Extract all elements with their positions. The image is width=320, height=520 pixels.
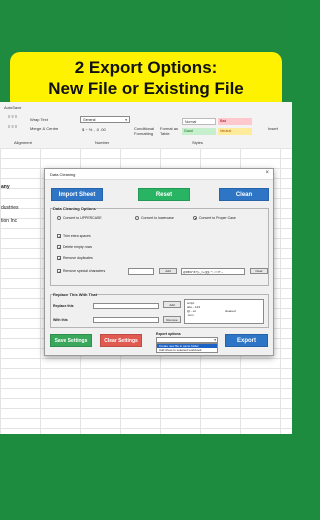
dialog-titlebar: Data Cleaning × [45,169,273,180]
cell-industries[interactable]: dustries [1,205,19,211]
data-cleaning-dialog: Data Cleaning × Import Sheet Reset Clean… [44,168,274,356]
with-this-label: With this [53,318,68,322]
reset-label: Reset [155,192,173,198]
pair-value[interactable]: cleaned [225,309,236,313]
cleaning-options-title: Data Cleaning Options [53,206,96,211]
replace-frame-title: Replace This With That [53,292,97,297]
radio-uppercase-label: Convert to UPPERCASE [63,216,102,220]
add-pair-button[interactable]: Add [163,301,181,308]
import-sheet-label: Import Sheet [58,192,96,198]
align-icon[interactable]: ≡ ≡ ≡ [8,114,17,119]
chevron-down-icon: ▾ [125,118,127,122]
currency-icon[interactable]: $ ~ % , .0 .00 [82,127,106,132]
style-good[interactable]: Good [182,128,216,135]
replace-pairs-list[interactable]: script abe→123 @→at .com cleaned [184,299,264,324]
number-group-label: Number [95,140,110,145]
radio-proper-case-label: Convert to Proper Case [199,216,236,220]
checkbox-remove-duplicates[interactable]: ✓ [57,256,61,261]
style-bad[interactable]: Bad [218,118,252,125]
banner-line-1: 2 Export Options: [74,58,218,77]
special-chars-field[interactable]: @#$%^&*()-_=+[]{}|;:'",.<>?/`~ [181,268,245,275]
replace-this-label: Replace this [53,304,74,308]
cell-company-header[interactable]: any [1,184,10,190]
clear-settings-label: Clear Settings [104,338,138,344]
export-option-add-sheet[interactable]: Add sheet to selected workbook [157,348,217,352]
clear-chars-button[interactable]: Clear [250,268,268,274]
checkbox-trim[interactable]: ✓ [57,234,61,239]
checkbox-delete-empty-label: Delete empty rows [63,245,92,249]
number-format-value: General [83,118,96,122]
cell-inc[interactable]: tion Inc [1,218,17,224]
number-format-select[interactable]: General ▾ [80,116,130,123]
style-neutral[interactable]: Neutral [218,128,252,135]
format-as-table-button[interactable]: Format as Table [160,126,180,136]
ribbon: AutoSave ≡ ≡ ≡ ≡ ≡ ≡ Wrap Text Merge & C… [0,102,292,149]
save-settings-button[interactable]: Save Settings [50,334,92,347]
checkbox-remove-duplicates-label: Remove duplicates [63,256,93,260]
insert-button[interactable]: Insert [268,126,278,131]
remove-pair-button[interactable]: Remove [163,316,181,323]
style-normal[interactable]: Normal [182,118,216,125]
replace-this-input[interactable] [93,303,159,309]
align-center-icon[interactable]: ≡ ≡ ≡ [8,124,17,129]
special-chars-value: @#$%^&*()-_=+[]{}|;:'",.<>?/`~ [183,270,223,274]
export-button[interactable]: Export [225,334,268,347]
checkbox-trim-label: Trim extra spaces [63,234,91,238]
merge-center-button[interactable]: Merge & Centre [30,126,58,131]
import-sheet-button[interactable]: Import Sheet [51,188,103,201]
radio-uppercase[interactable] [57,216,61,220]
alignment-group-label: Alignment [14,140,32,145]
styles-group-label: Styles [192,140,203,145]
radio-proper-case[interactable] [193,216,197,220]
autosave-label[interactable]: AutoSave [4,105,21,110]
radio-lowercase[interactable] [135,216,139,220]
reset-button[interactable]: Reset [138,188,190,201]
export-label: Export [236,338,256,344]
clear-settings-button[interactable]: Clear Settings [100,334,142,347]
close-icon[interactable]: × [265,170,269,176]
save-settings-label: Save Settings [54,338,88,344]
add-char-button[interactable]: Add [159,268,177,274]
checkbox-remove-special-label: Remove special characters [63,269,106,273]
pair-item[interactable]: .com [187,313,194,317]
clean-label: Clean [235,192,253,198]
special-char-input[interactable] [128,268,154,275]
banner-line-2: New File or Existing File [48,79,244,98]
with-this-input[interactable] [93,317,159,323]
export-options-label: Export options [156,332,181,336]
checkbox-delete-empty[interactable]: ✓ [57,245,61,250]
bottom-background [0,434,292,520]
export-dropdown-list: Create new file in same folder Add sheet… [156,343,218,353]
conditional-formatting-button[interactable]: Conditional Formatting [134,126,156,136]
wrap-text-button[interactable]: Wrap Text [30,117,48,122]
chevron-down-icon: ▾ [214,338,216,342]
checkbox-remove-special[interactable]: ✓ [57,269,61,274]
dialog-title: Data Cleaning [50,172,76,177]
clean-button[interactable]: Clean [219,188,269,201]
radio-lowercase-label: Convert to lowercase [141,216,174,220]
